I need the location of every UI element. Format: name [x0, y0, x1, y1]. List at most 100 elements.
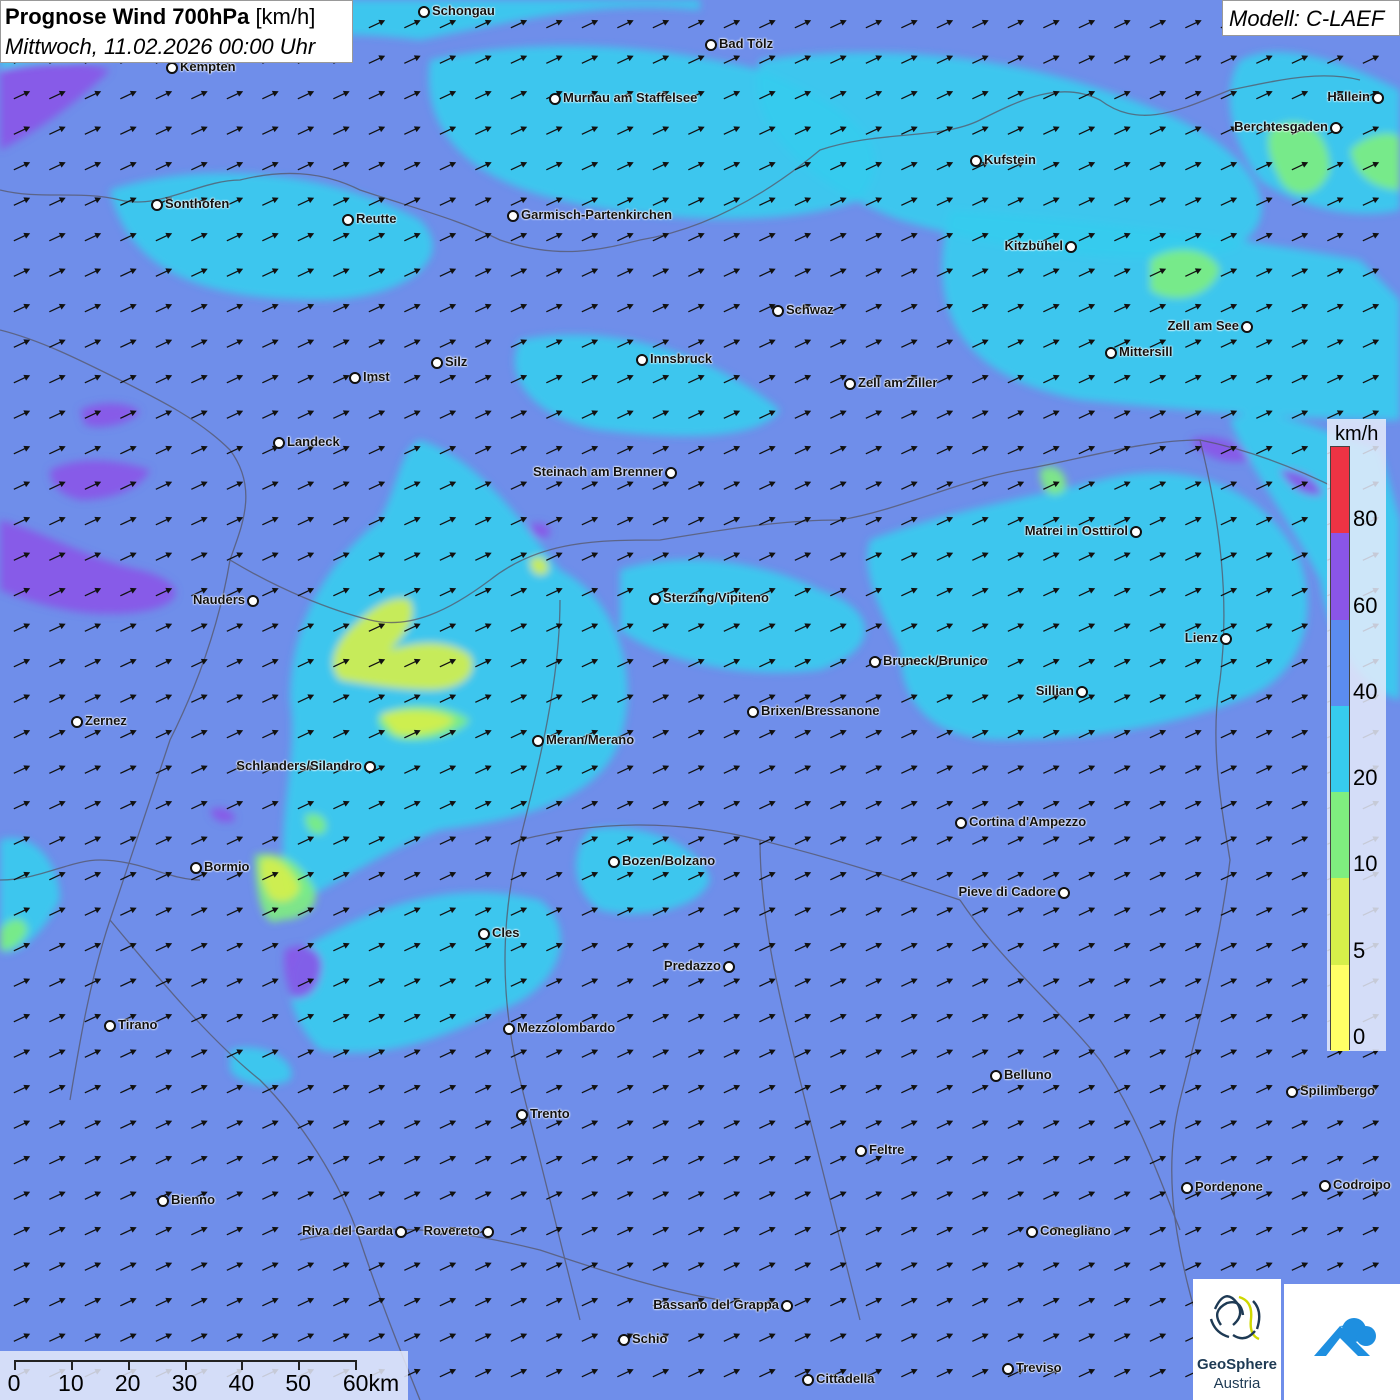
scale-label: 50 — [285, 1370, 311, 1396]
city-label: Berchtesgaden — [1234, 119, 1328, 134]
city-dot — [955, 817, 967, 829]
city-dot — [802, 1374, 814, 1386]
scale-label: 10 — [58, 1370, 84, 1396]
city-label: Kufstein — [984, 152, 1036, 167]
city-dot — [844, 378, 856, 390]
city-dot — [970, 155, 982, 167]
city-dot — [665, 467, 677, 479]
city-dot — [747, 706, 759, 718]
city-label: Bruneck/Brunico — [883, 653, 988, 668]
city-label: Zell am See — [1167, 318, 1239, 333]
city-label: Schwaz — [786, 302, 834, 317]
city-label: Spilimbergo — [1300, 1083, 1376, 1098]
legend-color-bar — [1330, 446, 1350, 1051]
city-label: Pieve di Cadore — [958, 884, 1056, 899]
city-dot — [549, 93, 561, 105]
scale-tick — [70, 1360, 73, 1370]
city-dot — [104, 1020, 116, 1032]
app-logo — [1284, 1284, 1400, 1400]
city-label: Cittadella — [816, 1371, 875, 1386]
legend-tick-label: 0 — [1353, 1024, 1366, 1049]
scale-tick — [241, 1360, 244, 1370]
city-label: Schio — [632, 1331, 668, 1346]
city-dot — [247, 595, 259, 607]
city-dot — [869, 656, 881, 668]
scale-label: 0 — [7, 1370, 21, 1396]
city-label: Reutte — [356, 211, 397, 226]
city-dot — [395, 1226, 407, 1238]
city-label: Bormio — [204, 859, 250, 874]
city-dot — [157, 1195, 169, 1207]
scale-tick — [14, 1360, 16, 1370]
city-dot — [1130, 526, 1142, 538]
city-dot — [1105, 347, 1117, 359]
city-dot — [151, 199, 163, 211]
legend-swatch — [1331, 878, 1349, 965]
city-dot — [273, 437, 285, 449]
title-box: Prognose Wind 700hPa [km/h] Mittwoch, 11… — [0, 0, 353, 63]
city-label: Zernez — [85, 713, 127, 728]
city-label: Bad Tölz — [719, 36, 774, 51]
city-label: Matrei in Osttirol — [1024, 523, 1128, 538]
city-label: Silz — [445, 354, 468, 369]
city-label: Rovereto — [423, 1223, 480, 1238]
geosphere-logo: GeoSphere Austria — [1193, 1279, 1281, 1400]
legend-tick-label: 40 — [1353, 678, 1378, 704]
city-label: Bienno — [171, 1192, 216, 1207]
city-dot — [705, 39, 717, 51]
scale-tick — [184, 1360, 187, 1370]
city-label: Sterzing/Vipiteno — [663, 590, 769, 605]
city-dot — [1058, 887, 1070, 899]
city-dot — [516, 1109, 528, 1121]
legend-swatch — [1331, 619, 1349, 706]
legend-swatch — [1331, 705, 1349, 793]
city-label: Landeck — [287, 434, 340, 449]
scale-label: 20 — [114, 1370, 141, 1396]
city-label: Cles — [492, 925, 520, 940]
brand-name: GeoSphere — [1196, 1356, 1278, 1373]
city-label: Sillian — [1035, 683, 1074, 698]
city-label: Kitzbühel — [1004, 238, 1064, 253]
city-dot — [1026, 1226, 1038, 1238]
city-dot — [781, 1300, 793, 1312]
city-dot — [190, 862, 202, 874]
legend-tick-label: 60 — [1353, 592, 1378, 618]
legend-swatch — [1331, 533, 1349, 620]
scale-label: 60km — [342, 1370, 400, 1396]
city-dot — [723, 961, 735, 973]
city-dot — [649, 593, 661, 605]
scale-label: 30 — [171, 1370, 198, 1396]
city-label: Steinach am Brenner — [532, 464, 663, 479]
city-dot — [482, 1226, 494, 1238]
city-label: Garmisch-Partenkirchen — [521, 207, 673, 222]
city-label: Codroipo — [1333, 1177, 1391, 1192]
legend-tick-label: 10 — [1353, 851, 1378, 877]
city-label: Nauders — [192, 592, 245, 607]
scale-tick — [355, 1360, 357, 1370]
city-dot — [349, 372, 361, 384]
legend-swatch — [1331, 447, 1349, 534]
city-label: Schlanders/Silandro — [236, 758, 362, 773]
city-dot — [418, 6, 430, 18]
city-label: Cortina d'Ampezzo — [969, 814, 1087, 829]
city-label: Bassano del Grappa — [653, 1297, 779, 1312]
city-label: Imst — [363, 369, 390, 384]
scale-tick — [298, 1360, 301, 1370]
map-title: Prognose Wind 700hPa [km/h] — [5, 4, 316, 29]
city-dot — [636, 354, 648, 366]
legend-swatch — [1331, 792, 1349, 879]
city-label: Hallein — [1327, 89, 1370, 104]
model-label: Modell: C-LAEF — [1229, 6, 1385, 31]
legend-tick-label: 5 — [1353, 937, 1366, 963]
city-dot — [1241, 321, 1253, 333]
city-label: Conegliano — [1040, 1223, 1111, 1238]
city-label: Schongau — [432, 3, 495, 18]
city-dot — [990, 1070, 1002, 1082]
legend-swatch — [1331, 964, 1349, 1051]
city-label: Belluno — [1004, 1067, 1052, 1082]
city-dot — [71, 716, 83, 728]
city-label: Predazzo — [663, 958, 721, 973]
color-legend: km/h 0 5 10 20 40 60 80 — [1327, 419, 1386, 1051]
city-label: Trento — [530, 1106, 570, 1121]
legend-tick-label: 80 — [1353, 506, 1378, 532]
